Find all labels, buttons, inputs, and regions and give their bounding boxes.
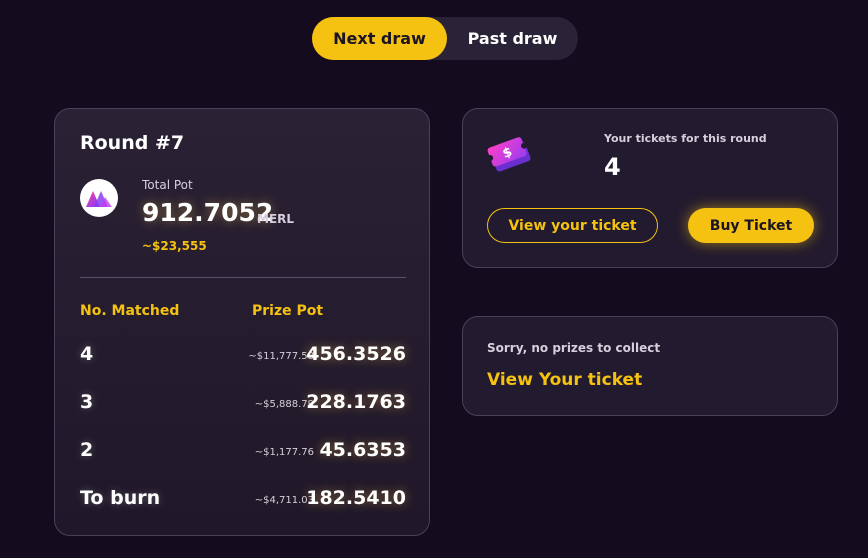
row-matched-label: 4 (80, 343, 94, 365)
buy-ticket-button[interactable]: Buy Ticket (688, 208, 814, 243)
view-ticket-button[interactable]: View your ticket (487, 208, 658, 243)
tab-past-draw[interactable]: Past draw (447, 17, 578, 60)
row-prize-amount: 456.3526 (306, 343, 406, 365)
row-prize-amount: 45.6353 (319, 439, 406, 461)
row-prize-amount: 228.1763 (306, 391, 406, 413)
divider (80, 277, 406, 278)
total-pot-amount: 912.7052 (142, 198, 274, 227)
column-header-prize: Prize Pot (252, 303, 324, 319)
view-your-ticket-link[interactable]: View Your ticket (487, 370, 642, 390)
round-title: Round #7 (80, 132, 185, 154)
prize-row: 2 ~$1,177.76 45.6353 (80, 439, 406, 469)
total-pot-label: Total Pot (142, 178, 193, 192)
lottery-page: Next draw Past draw Round #7 Total Pot 9… (0, 0, 868, 558)
merl-logo-icon (86, 191, 112, 207)
no-prizes-message: Sorry, no prizes to collect (487, 341, 661, 355)
row-matched-label: To burn (80, 487, 161, 509)
row-matched-label: 2 (80, 439, 94, 461)
merl-logo (80, 179, 118, 217)
prizes-card: Sorry, no prizes to collect View Your ti… (462, 316, 838, 416)
total-pot-unit: MERL (257, 212, 295, 226)
round-card: Round #7 Total Pot 912.7052 MERL ~$23,55… (54, 108, 430, 536)
prize-row: 4 ~$11,777.58 456.3526 (80, 343, 406, 373)
prize-row: To burn ~$4,711.03 182.5410 (80, 487, 406, 517)
tickets-label: Your tickets for this round (604, 132, 767, 145)
ticket-icon: $ (487, 137, 531, 172)
tickets-card: $ Your tickets for this round 4 View you… (462, 108, 838, 268)
column-header-matched: No. Matched (80, 303, 180, 319)
tab-next-draw[interactable]: Next draw (312, 17, 447, 60)
draw-tabs: Next draw Past draw (312, 17, 578, 60)
row-usd-value: ~$11,777.58 (248, 351, 314, 362)
row-matched-label: 3 (80, 391, 94, 413)
row-usd-value: ~$1,177.76 (254, 447, 314, 458)
tickets-count: 4 (604, 153, 621, 181)
prize-row: 3 ~$5,888.79 228.1763 (80, 391, 406, 421)
total-pot-usd: ~$23,555 (142, 239, 207, 253)
row-prize-amount: 182.5410 (306, 487, 406, 509)
